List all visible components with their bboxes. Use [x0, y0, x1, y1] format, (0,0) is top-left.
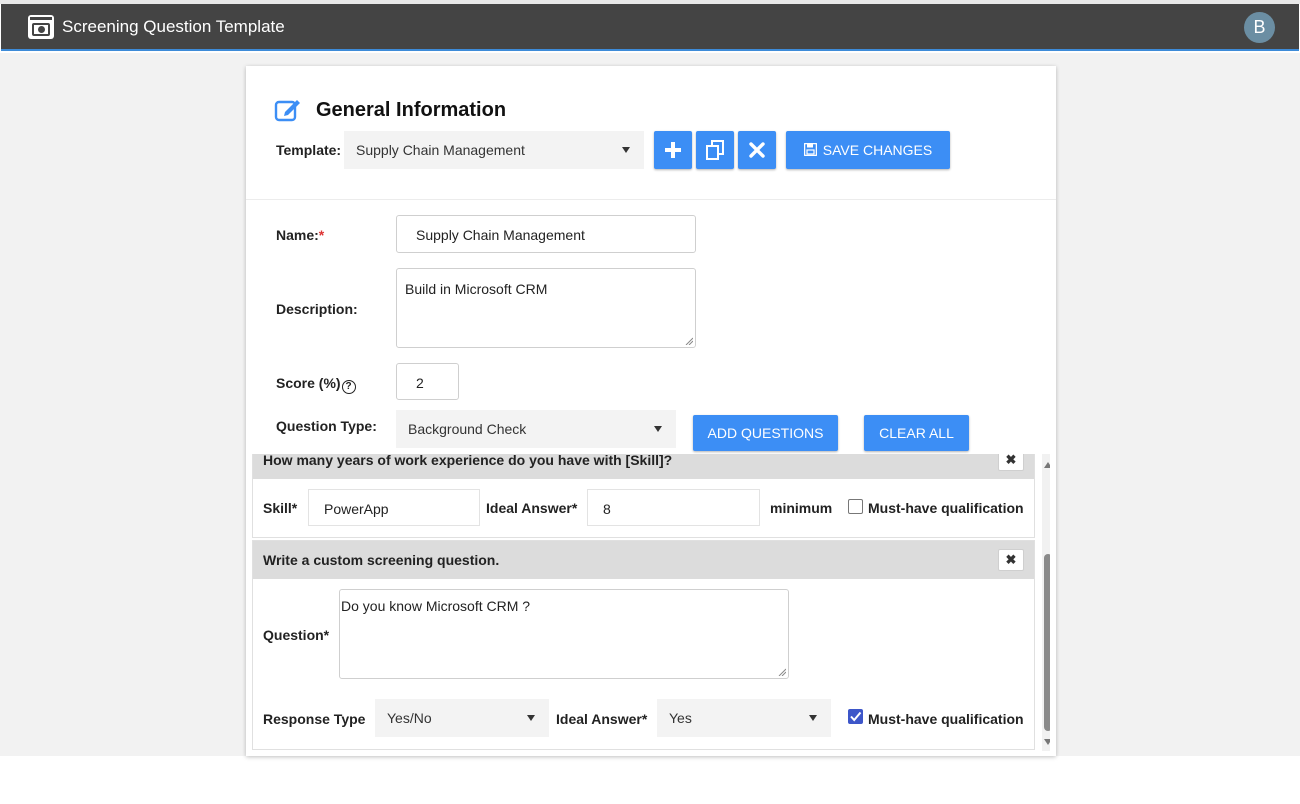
app-window-icon — [28, 15, 54, 39]
questions-scrollbar[interactable] — [1042, 454, 1050, 751]
resize-grip-icon[interactable] — [778, 668, 786, 676]
question-header: Write a custom screening question. ✖ — [253, 541, 1034, 579]
ideal-answer-select[interactable]: Yes — [657, 699, 831, 737]
question-value: Do you know Microsoft CRM ? — [341, 598, 531, 614]
question-header: How many years of work experience do you… — [253, 454, 1034, 479]
app-titlebar: Screening Question Template B — [1, 4, 1299, 51]
description-label: Description: — [276, 301, 358, 317]
chevron-down-icon — [809, 715, 817, 721]
resize-grip-icon[interactable] — [685, 337, 693, 345]
must-have-label: Must-have qualification — [868, 500, 1024, 516]
section-divider — [246, 199, 1056, 200]
clear-all-button[interactable]: CLEAR ALL — [864, 415, 969, 451]
skill-input[interactable]: PowerApp — [308, 489, 480, 526]
floppy-disk-icon — [803, 142, 818, 157]
template-card: General Information Template: Supply Cha… — [246, 66, 1056, 756]
remove-question-button[interactable]: ✖ — [998, 454, 1024, 471]
question-title: Write a custom screening question. — [263, 552, 500, 568]
help-icon[interactable]: ? — [341, 380, 356, 394]
add-questions-button[interactable]: ADD QUESTIONS — [693, 415, 838, 451]
section-title: General Information — [316, 99, 507, 121]
app-title: Screening Question Template — [62, 17, 285, 36]
question-type-select[interactable]: Background Check — [396, 410, 676, 448]
questions-panel[interactable]: How many years of work experience do you… — [252, 454, 1050, 751]
save-changes-label: SAVE CHANGES — [822, 142, 933, 158]
footer-area — [0, 756, 1300, 804]
response-type-value: Yes/No — [387, 710, 432, 726]
close-icon — [749, 142, 765, 158]
must-have-label: Must-have qualification — [868, 711, 1024, 727]
copy-icon — [706, 140, 724, 160]
template-select[interactable]: Supply Chain Management — [344, 131, 644, 169]
close-icon: ✖ — [1005, 552, 1017, 567]
name-label: Name:* — [276, 227, 325, 243]
score-value: 2 — [416, 375, 424, 391]
checkmark-icon — [850, 711, 862, 722]
scroll-thumb[interactable] — [1044, 554, 1050, 731]
scroll-up-arrow-icon[interactable] — [1044, 462, 1050, 468]
skill-value: PowerApp — [324, 501, 389, 517]
copy-template-button[interactable] — [696, 131, 734, 169]
unit-label: minimum — [770, 500, 833, 516]
add-template-button[interactable] — [654, 131, 692, 169]
must-have-checkbox[interactable] — [848, 499, 863, 514]
chevron-down-icon — [622, 147, 630, 153]
question-type-label: Question Type: — [276, 418, 377, 434]
remove-question-button[interactable]: ✖ — [998, 549, 1024, 571]
template-select-value: Supply Chain Management — [356, 142, 525, 158]
template-label: Template: — [276, 142, 342, 158]
name-input-value: Supply Chain Management — [416, 227, 585, 243]
scroll-down-arrow-icon[interactable] — [1044, 739, 1050, 745]
question-card: Write a custom screening question. ✖ Que… — [252, 540, 1035, 750]
ideal-answer-value: 8 — [603, 501, 611, 517]
chevron-down-icon — [654, 426, 662, 432]
ideal-answer-label: Ideal Answer* — [486, 500, 578, 516]
skill-label: Skill* — [263, 500, 298, 516]
score-input[interactable]: 2 — [396, 363, 459, 400]
close-icon: ✖ — [1005, 454, 1017, 467]
response-type-label: Response Type — [263, 711, 366, 727]
question-type-value: Background Check — [408, 421, 527, 437]
name-input[interactable]: Supply Chain Management — [396, 215, 696, 253]
score-label: Score (%)? — [276, 375, 356, 394]
question-title: How many years of work experience do you… — [263, 454, 673, 468]
edit-icon — [274, 100, 300, 122]
ideal-answer-value: Yes — [669, 710, 692, 726]
save-changes-button[interactable]: SAVE CHANGES — [786, 131, 950, 169]
description-value: Build in Microsoft CRM — [405, 281, 548, 297]
ideal-answer-label: Ideal Answer* — [556, 711, 648, 727]
response-type-select[interactable]: Yes/No — [375, 699, 549, 737]
plus-icon — [665, 142, 681, 158]
question-textarea[interactable]: Do you know Microsoft CRM ? — [339, 589, 789, 679]
description-textarea[interactable]: Build in Microsoft CRM — [396, 268, 696, 348]
must-have-checkbox[interactable] — [848, 709, 863, 724]
question-label: Question* — [263, 627, 330, 643]
delete-template-button[interactable] — [738, 131, 776, 169]
question-card: How many years of work experience do you… — [252, 454, 1035, 538]
avatar[interactable]: B — [1244, 12, 1275, 43]
chevron-down-icon — [527, 715, 535, 721]
ideal-answer-input[interactable]: 8 — [587, 489, 760, 526]
